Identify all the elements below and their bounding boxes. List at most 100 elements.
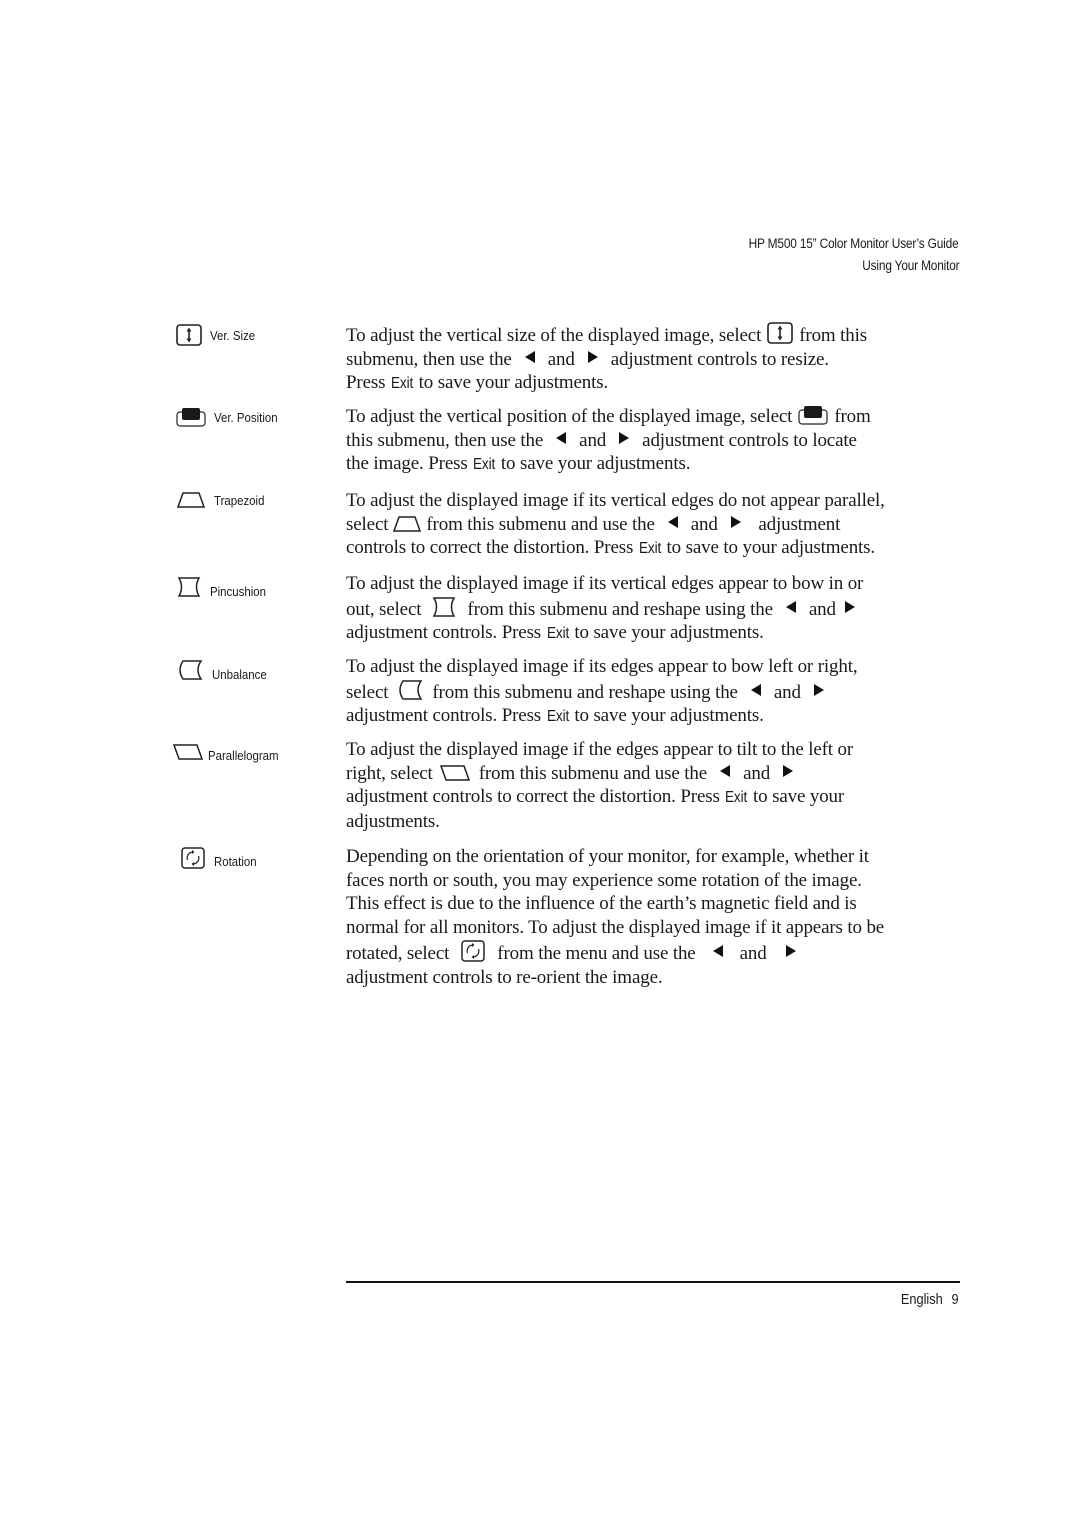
text: from — [834, 406, 871, 427]
exit-key-label: Exit — [473, 456, 496, 474]
text: and — [808, 598, 836, 620]
text: from this submenu and use the — [478, 762, 708, 784]
right-arrow-icon — [785, 944, 797, 958]
text: adjustment — [758, 513, 841, 535]
paragraph-pincushion: To adjust the displayed image if its ver… — [346, 572, 971, 646]
text: rotated, select — [346, 942, 450, 964]
paragraph-ver-size: To adjust the vertical size of the displ… — [346, 322, 971, 396]
text: and — [690, 513, 718, 535]
text: controls to correct the distortion. Pres… — [346, 537, 634, 559]
pincushion-icon — [431, 596, 457, 618]
text: to save your adjustments. — [574, 705, 764, 727]
trapezoid-icon — [392, 515, 422, 533]
exit-key-label: Exit — [546, 708, 569, 726]
text: to save your — [753, 786, 845, 808]
pincushion-icon — [176, 576, 202, 598]
text: Depending on the orientation of your mon… — [346, 846, 869, 867]
text: To adjust the displayed image if its ver… — [346, 490, 885, 511]
text: select — [346, 513, 389, 535]
rotation-icon — [181, 847, 205, 869]
text: and — [743, 762, 771, 784]
right-arrow-icon — [844, 600, 856, 614]
label-trapezoid: Trapezoid — [214, 492, 265, 508]
unbalance-icon — [176, 659, 204, 681]
left-arrow-icon — [667, 515, 679, 529]
left-arrow-icon — [785, 600, 797, 614]
footer-language: English — [901, 1292, 944, 1308]
text: faces north or south, you may experience… — [346, 869, 862, 891]
page-footer: English 9 — [901, 1292, 959, 1308]
vertical-position-icon — [176, 407, 206, 427]
unbalance-icon — [396, 679, 424, 701]
text: To adjust the vertical size of the displ… — [346, 325, 762, 346]
label-rotation: Rotation — [214, 853, 257, 869]
text: to save your adjustments. — [418, 372, 609, 394]
left-arrow-icon — [750, 683, 762, 697]
left-arrow-icon — [712, 944, 724, 958]
side-label-ver-size: Ver. Size — [176, 324, 261, 346]
text: adjustment controls to resize. — [610, 348, 829, 370]
text: to save your adjustments. — [500, 453, 691, 475]
text: Press — [346, 372, 386, 394]
exit-key-label: Exit — [390, 375, 414, 393]
paragraph-unbalance: To adjust the displayed image if its edg… — [346, 655, 971, 729]
text: this submenu, then use the — [346, 429, 544, 451]
text: adjustment controls. Press — [346, 705, 542, 727]
text: and — [547, 348, 575, 370]
document-title: HP M500 15” Color Monitor User’s Guide — [749, 236, 959, 251]
right-arrow-icon — [782, 764, 794, 778]
text: from this submenu and reshape using the — [432, 681, 738, 703]
text: the image. Press — [346, 453, 468, 475]
text: and — [579, 429, 607, 451]
label-ver-size: Ver. Size — [210, 327, 256, 343]
text: To adjust the displayed image if the edg… — [346, 739, 854, 760]
text: adjustment controls to correct the disto… — [346, 786, 720, 808]
vertical-size-icon — [767, 322, 793, 344]
text: and — [773, 681, 801, 703]
left-arrow-icon — [555, 431, 567, 445]
text: from the menu and use the — [497, 942, 696, 964]
text: and — [739, 942, 767, 964]
paragraph-parallelogram: To adjust the displayed image if the edg… — [346, 738, 971, 834]
text: adjustment controls to re-orient the ima… — [346, 966, 663, 988]
text: to save your adjustments. — [574, 622, 764, 644]
text: from this submenu and reshape using the — [467, 598, 773, 620]
right-arrow-icon — [730, 515, 742, 529]
side-label-parallelogram: Parallelogram — [172, 740, 288, 763]
trapezoid-icon — [176, 491, 206, 509]
vertical-position-icon — [798, 405, 828, 425]
text: normal for all monitors. To adjust the d… — [346, 917, 885, 939]
vertical-size-icon — [176, 324, 202, 346]
side-label-trapezoid: Trapezoid — [176, 491, 271, 509]
exit-key-label: Exit — [638, 540, 661, 558]
text: from this — [799, 325, 868, 346]
side-label-ver-position: Ver. Position — [176, 407, 286, 427]
text: adjustments. — [346, 811, 440, 833]
text: adjustment controls to locate — [642, 429, 857, 451]
paragraph-trapezoid: To adjust the displayed image if its ver… — [346, 489, 971, 561]
label-unbalance: Unbalance — [212, 667, 267, 682]
left-arrow-icon — [524, 350, 536, 364]
text: right, select — [346, 762, 433, 784]
page-number: 9 — [951, 1292, 959, 1308]
text: adjustment controls. Press — [346, 622, 542, 644]
text: out, select — [346, 598, 422, 620]
text: To adjust the displayed image if its ver… — [346, 573, 864, 594]
exit-key-label: Exit — [725, 789, 748, 807]
right-arrow-icon — [618, 431, 630, 445]
exit-key-label: Exit — [546, 625, 569, 643]
side-label-unbalance: Unbalance — [176, 657, 274, 682]
paragraph-rotation: Depending on the orientation of your mon… — [346, 845, 971, 989]
right-arrow-icon — [587, 350, 599, 364]
rotation-icon — [461, 940, 485, 962]
right-arrow-icon — [813, 683, 825, 697]
label-parallelogram: Parallelogram — [208, 748, 279, 763]
parallelogram-icon — [439, 764, 471, 782]
text: To adjust the vertical position of the d… — [346, 406, 793, 427]
parallelogram-icon — [172, 743, 204, 761]
text: This effect is due to the influence of t… — [346, 893, 857, 915]
text: select — [346, 681, 389, 703]
label-ver-position: Ver. Position — [214, 409, 278, 425]
footer-rule — [346, 1281, 960, 1283]
text: to save to your adjustments. — [666, 537, 876, 559]
